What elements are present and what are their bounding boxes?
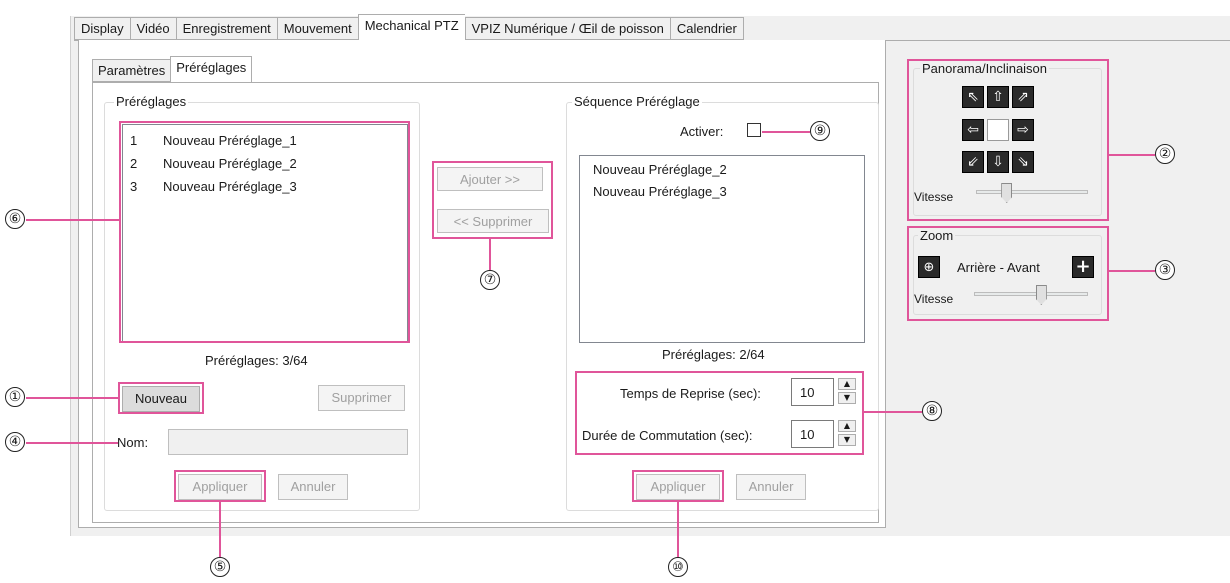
callout-8: ⑧: [922, 401, 942, 421]
callout-line-1: [26, 397, 119, 399]
list-item[interactable]: Nouveau Préréglage_3: [593, 181, 864, 203]
highlight-apply-presets: [174, 470, 266, 502]
callout-2: ②: [1155, 144, 1175, 164]
zoom-speed-label: Vitesse: [914, 292, 954, 306]
sequence-group-title: Séquence Préréglage: [572, 94, 702, 109]
pan-up-button[interactable]: ⇧: [987, 86, 1009, 108]
callout-10: ⑩: [668, 557, 688, 577]
callout-line-4: [26, 442, 118, 444]
switch-duration-label: Durée de Commutation (sec):: [582, 428, 753, 443]
highlight-new-button: [118, 382, 204, 414]
tab-mechanical-ptz[interactable]: Mechanical PTZ: [357, 14, 465, 40]
zoom-out-button[interactable]: ⊕: [918, 256, 940, 278]
zoom-in-button[interactable]: +: [1072, 256, 1094, 278]
resume-time-input[interactable]: 10: [791, 378, 834, 406]
resume-time-up-button[interactable]: ▲: [838, 378, 856, 390]
zoom-title: Zoom: [918, 228, 956, 243]
zoom-speed-slider[interactable]: [974, 292, 1088, 296]
switch-duration-input[interactable]: 10: [791, 420, 834, 448]
presets-group-title: Préréglages: [114, 94, 189, 109]
name-field[interactable]: [168, 429, 408, 455]
switch-duration-down-button[interactable]: ▼: [838, 434, 856, 446]
pan-right-button[interactable]: ⇨: [1012, 119, 1034, 141]
callout-line-8: [864, 411, 922, 413]
main-tab-bar: Display Vidéo Enregistrement Mouvement M…: [74, 14, 744, 41]
presets-count-value: 3/64: [282, 353, 308, 368]
zoom-direction-label: Arrière - Avant: [957, 260, 1040, 275]
sequence-list[interactable]: Nouveau Préréglage_2 Nouveau Préréglage_…: [579, 155, 865, 343]
pan-down-right-button[interactable]: ⇘: [1012, 151, 1034, 173]
tab-parameters[interactable]: Paramètres: [92, 59, 171, 82]
callout-line-9: [762, 131, 810, 133]
pan-up-right-button[interactable]: ⇗: [1012, 86, 1034, 108]
list-item[interactable]: Nouveau Préréglage_2: [593, 159, 864, 181]
callout-1: ①: [5, 387, 25, 407]
sequence-count-value: 2/64: [739, 347, 765, 362]
enable-label: Activer:: [680, 124, 724, 139]
tab-display[interactable]: Display: [74, 17, 130, 40]
switch-duration-up-button[interactable]: ▲: [838, 420, 856, 432]
sequence-count-label: Préréglages:: [662, 347, 736, 362]
delete-preset-button[interactable]: Supprimer: [318, 385, 405, 411]
callout-line-3: [1109, 270, 1155, 272]
tab-schedule[interactable]: Calendrier: [669, 17, 744, 40]
tab-digital-ptz-fisheye[interactable]: VPIZ Numérique / Œil de poisson: [464, 17, 670, 40]
pan-up-left-button[interactable]: ⇖: [962, 86, 984, 108]
enable-checkbox[interactable]: [747, 123, 761, 137]
callout-line-10: [677, 502, 679, 557]
callout-7: ⑦: [480, 270, 500, 290]
callout-5: ⑤: [210, 557, 230, 577]
highlight-middle-buttons: [432, 161, 553, 239]
pan-speed-slider[interactable]: [976, 190, 1088, 194]
resume-time-label: Temps de Reprise (sec):: [620, 386, 761, 401]
callout-line-2: [1109, 154, 1155, 156]
callout-4: ④: [5, 432, 25, 452]
tab-video[interactable]: Vidéo: [129, 17, 176, 40]
pan-speed-label: Vitesse: [914, 190, 954, 204]
pan-center-button[interactable]: [987, 119, 1009, 141]
cancel-sequence-button[interactable]: Annuler: [736, 474, 806, 500]
presets-count: Préréglages: 3/64: [205, 353, 308, 368]
pan-down-left-button[interactable]: ⇙: [962, 151, 984, 173]
sub-tab-bar: Paramètres Préréglages: [92, 56, 253, 83]
pan-down-button[interactable]: ⇩: [987, 151, 1009, 173]
tab-recording[interactable]: Enregistrement: [175, 17, 277, 40]
tab-presets[interactable]: Préréglages: [170, 56, 253, 83]
cancel-presets-button[interactable]: Annuler: [278, 474, 348, 500]
callout-line-6: [26, 219, 120, 221]
highlight-presets-list: [119, 121, 410, 343]
callout-line-7: [489, 239, 491, 271]
pan-tilt-title: Panorama/Inclinaison: [920, 61, 1050, 76]
callout-9: ⑨: [810, 121, 830, 141]
callout-3: ③: [1155, 260, 1175, 280]
tab-motion[interactable]: Mouvement: [276, 17, 358, 40]
callout-line-5: [219, 502, 221, 557]
presets-count-label: Préréglages:: [205, 353, 279, 368]
name-label: Nom:: [117, 435, 149, 450]
pan-left-button[interactable]: ⇦: [962, 119, 984, 141]
callout-6: ⑥: [5, 209, 25, 229]
resume-time-down-button[interactable]: ▼: [838, 392, 856, 404]
sequence-count: Préréglages: 2/64: [662, 347, 765, 362]
highlight-apply-sequence: [632, 470, 724, 502]
